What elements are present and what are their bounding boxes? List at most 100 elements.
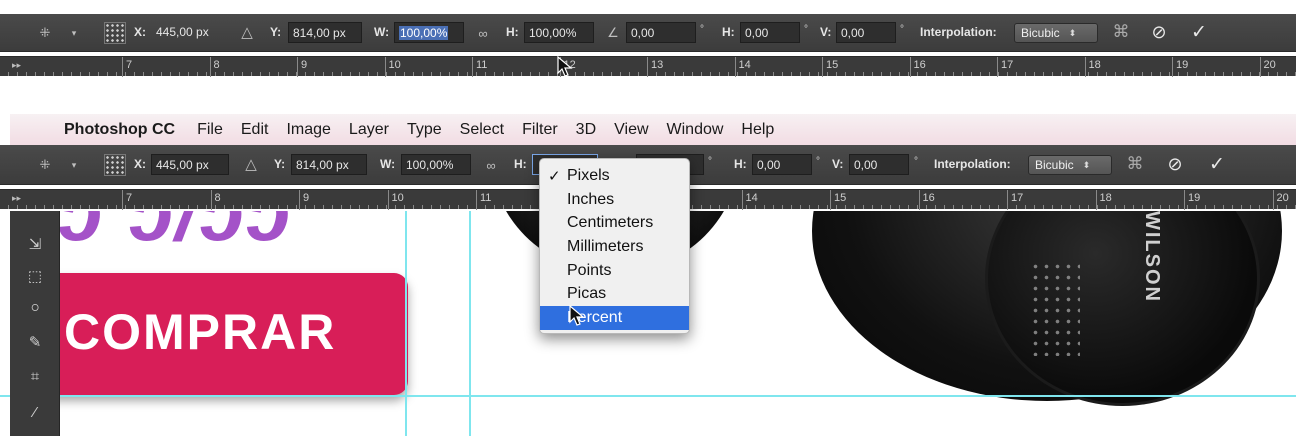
ruler-major-tick: [209, 57, 211, 77]
commit-check-icon[interactable]: ✓: [1206, 153, 1228, 175]
h-skew-value: 0,00: [745, 25, 769, 40]
menu-file[interactable]: File: [197, 121, 223, 139]
move-tool-icon[interactable]: ⁜: [36, 156, 54, 174]
menu-help[interactable]: Help: [741, 121, 774, 139]
marquee-tool-icon[interactable]: ⬚: [20, 263, 50, 289]
unit-option-label: Pixels: [567, 166, 610, 184]
ruler-major-tick: [387, 190, 389, 210]
y-field[interactable]: 814,00 px: [291, 154, 367, 175]
commit-check-icon[interactable]: ✓: [1188, 21, 1210, 43]
w-field[interactable]: 100,00%: [394, 22, 464, 43]
ruler-number: 14: [745, 192, 758, 204]
angle-value: 0,00: [631, 25, 655, 40]
interpolation-select[interactable]: Bicubic ⬍: [1014, 23, 1098, 43]
guide-vertical-2[interactable]: [469, 211, 471, 436]
delta-icon[interactable]: △: [242, 155, 260, 173]
h-label: H:: [514, 157, 527, 171]
ruler-number: 15: [834, 192, 847, 204]
delta-icon[interactable]: △: [238, 23, 256, 41]
ruler-major-tick: [1259, 57, 1261, 77]
menu-view[interactable]: View: [614, 121, 648, 139]
unit-option-label: Picas: [567, 285, 607, 303]
h-skew-field[interactable]: 0,00: [740, 22, 800, 43]
unit-option-millimeters[interactable]: Millimeters: [540, 235, 689, 259]
h-label: H:: [506, 25, 519, 39]
menu-3d[interactable]: 3D: [576, 121, 596, 139]
menu-image[interactable]: Image: [286, 121, 330, 139]
menu-type[interactable]: Type: [407, 121, 442, 139]
purple-headline-fragment: ɔ ɔ/ɔɔ: [58, 211, 293, 257]
ruler-number: 18: [1099, 192, 1112, 204]
y-label: Y:: [270, 25, 282, 39]
link-icon[interactable]: ∞: [482, 156, 500, 174]
ruler-number: 15: [826, 59, 839, 71]
v-skew-field[interactable]: 0,00: [836, 22, 896, 43]
tools-panel: ⇲ ⬚ ဝ ✎ ⌗ ⁄: [10, 211, 60, 436]
ruler-major-tick: [997, 57, 998, 77]
ruler-major-tick: [472, 57, 473, 77]
ruler-number: 16: [922, 192, 935, 204]
x-field[interactable]: 445,00 px: [151, 154, 229, 175]
v-skew-field[interactable]: 0,00: [849, 154, 909, 175]
quick-selection-tool-icon[interactable]: ✎: [20, 329, 50, 355]
reference-grid-icon[interactable]: [104, 22, 126, 44]
w-value-selected: 100,00%: [399, 25, 449, 40]
crop-tool-icon[interactable]: ⌗: [20, 363, 50, 389]
cancel-icon[interactable]: ⊘: [1148, 21, 1170, 43]
menu-app-name[interactable]: Photoshop CC: [64, 121, 175, 139]
comprar-button-artwork: COMPRAR: [40, 273, 408, 395]
move-tool-icon[interactable]: ⁜: [36, 24, 54, 42]
unit-option-label: Millimeters: [567, 237, 644, 255]
interpolation-select[interactable]: Bicubic ⬍: [1028, 155, 1112, 175]
menu-edit[interactable]: Edit: [241, 121, 269, 139]
ruler-major-tick: [1084, 57, 1086, 77]
eyedropper-tool-icon[interactable]: ⁄: [20, 399, 50, 425]
v-skew-label: V:: [820, 25, 832, 39]
mac-menu-bar: Photoshop CC File Edit Image Layer Type …: [10, 114, 1296, 145]
guide-horizontal-1[interactable]: [0, 395, 1296, 397]
unit-option-picas[interactable]: Picas: [540, 282, 689, 306]
unit-option-percent[interactable]: Percent: [540, 306, 689, 330]
tool-preset-dropdown-icon[interactable]: ▾: [68, 24, 80, 42]
reference-grid-icon[interactable]: [104, 154, 126, 176]
w-label: W:: [380, 157, 396, 171]
warp-icon[interactable]: ⌘: [1110, 21, 1132, 43]
ruler-number: 7: [126, 59, 133, 71]
ruler-major-tick: [1172, 57, 1173, 77]
tool-preset-dropdown-icon[interactable]: ▾: [68, 156, 80, 174]
ruler-number: 10: [388, 59, 401, 71]
lasso-tool-icon[interactable]: ဝ: [20, 295, 50, 321]
headphone-dot-pattern: [1030, 261, 1080, 356]
h-field[interactable]: 100,00%: [524, 22, 594, 43]
x-value[interactable]: 445,00 px: [156, 25, 209, 39]
menu-window[interactable]: Window: [667, 121, 724, 139]
unit-option-centimeters[interactable]: Centimeters: [540, 211, 689, 235]
h-value: 100,00%: [529, 25, 577, 40]
menu-filter[interactable]: Filter: [522, 121, 558, 139]
link-icon[interactable]: ∞: [474, 24, 492, 42]
move-tool-icon[interactable]: ⇲: [20, 231, 50, 257]
ruler-major-tick: [734, 57, 736, 77]
unit-option-points[interactable]: Points: [540, 259, 689, 283]
select-arrows-icon: ⬍: [1068, 27, 1077, 38]
y-field[interactable]: 814,00 px: [288, 22, 362, 43]
unit-option-pixels[interactable]: ✓ Pixels: [540, 164, 689, 188]
ruler-number: 13: [651, 59, 664, 71]
angle-field[interactable]: 0,00: [626, 22, 696, 43]
angle-degree-symbol: °: [708, 156, 712, 167]
w-value: 100,00%: [406, 157, 454, 172]
warp-icon[interactable]: ⌘: [1124, 153, 1146, 175]
ruler-number: 9: [303, 192, 310, 204]
interpolation-value: Bicubic: [1035, 158, 1074, 172]
h-skew-field[interactable]: 0,00: [752, 154, 812, 175]
ruler-major-tick: [122, 57, 123, 77]
ruler-major-tick: [1272, 190, 1274, 210]
ruler-major-tick: [210, 190, 212, 210]
w-field[interactable]: 100,00%: [401, 154, 471, 175]
unit-option-inches[interactable]: Inches: [540, 188, 689, 212]
menu-layer[interactable]: Layer: [349, 121, 389, 139]
menu-select[interactable]: Select: [460, 121, 504, 139]
cancel-icon[interactable]: ⊘: [1164, 153, 1186, 175]
guide-vertical-1[interactable]: [405, 211, 407, 436]
ruler-major-tick: [122, 190, 123, 210]
